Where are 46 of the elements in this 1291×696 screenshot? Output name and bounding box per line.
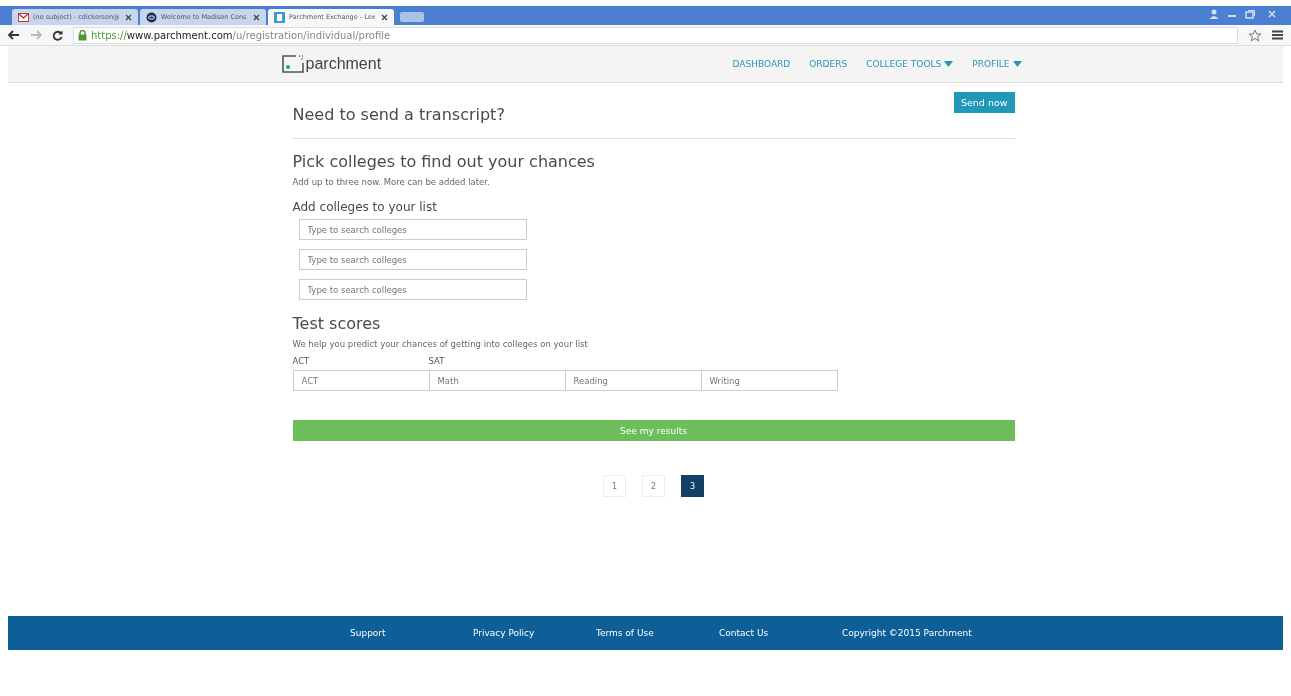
address-bar[interactable]: https://www.parchment.com/u/registration/individual/profile <box>73 26 1238 44</box>
reload-icon[interactable] <box>52 29 63 41</box>
close-icon[interactable] <box>381 13 388 21</box>
score-field[interactable]: ACT <box>292 370 430 391</box>
footer-link[interactable]: Support <box>350 628 473 638</box>
nav-link[interactable]: DASHBOARD <box>732 59 791 69</box>
footer-link[interactable]: Terms of Use <box>596 628 719 638</box>
section-heading: Need to send a transcript? <box>292 105 505 124</box>
page-button[interactable]: 3 <box>681 475 704 497</box>
user-icon[interactable] <box>1207 8 1221 20</box>
footer-link[interactable]: Privacy Policy <box>473 628 596 638</box>
section-heading: Test scores <box>292 314 382 333</box>
globe-icon <box>146 11 157 23</box>
send-now-button[interactable]: Send now <box>953 92 1015 113</box>
field-label: Add colleges to your list <box>292 200 438 214</box>
score-label: SAT <box>428 356 446 366</box>
mail-icon <box>18 12 29 22</box>
score-label: ACT <box>292 356 311 366</box>
document-icon <box>274 11 285 23</box>
menu-icon[interactable] <box>1272 30 1283 40</box>
footer-link[interactable]: Copyright ©2015 Parchment <box>842 628 972 638</box>
logo-icon <box>281 55 304 73</box>
caret-icon <box>1012 61 1022 67</box>
nav-link[interactable]: ORDERS <box>809 59 848 69</box>
close-icon[interactable] <box>253 13 260 21</box>
logo-text[interactable]: parchment <box>305 55 382 73</box>
score-field[interactable]: Reading <box>564 370 702 391</box>
restore-icon[interactable] <box>1243 8 1257 20</box>
section-subtitle: Add up to three now. More can be added later. <box>292 177 491 187</box>
nav-link[interactable]: COLLEGE TOOLS <box>866 59 954 69</box>
score-field[interactable]: Writing <box>700 370 838 391</box>
page-button[interactable]: 1 <box>603 475 626 497</box>
college-search-field[interactable]: Type to search colleges <box>298 279 527 300</box>
college-search-field[interactable]: Type to search colleges <box>298 219 527 240</box>
section-heading: Pick colleges to find out your chances <box>292 152 596 171</box>
back-icon[interactable] <box>8 30 20 40</box>
nav-link[interactable]: PROFILE <box>972 59 1022 69</box>
college-search-field[interactable]: Type to search colleges <box>298 249 527 270</box>
section-subtitle: We help you predict your chances of getting into colleges on your list <box>292 339 589 349</box>
star-icon[interactable] <box>1248 28 1262 42</box>
score-field[interactable]: Math <box>428 370 566 391</box>
close-icon[interactable] <box>125 13 132 21</box>
footer-link[interactable]: Contact Us <box>719 628 842 638</box>
page-button[interactable]: 2 <box>642 475 665 497</box>
lock-icon <box>78 29 87 41</box>
caret-icon <box>944 61 954 67</box>
